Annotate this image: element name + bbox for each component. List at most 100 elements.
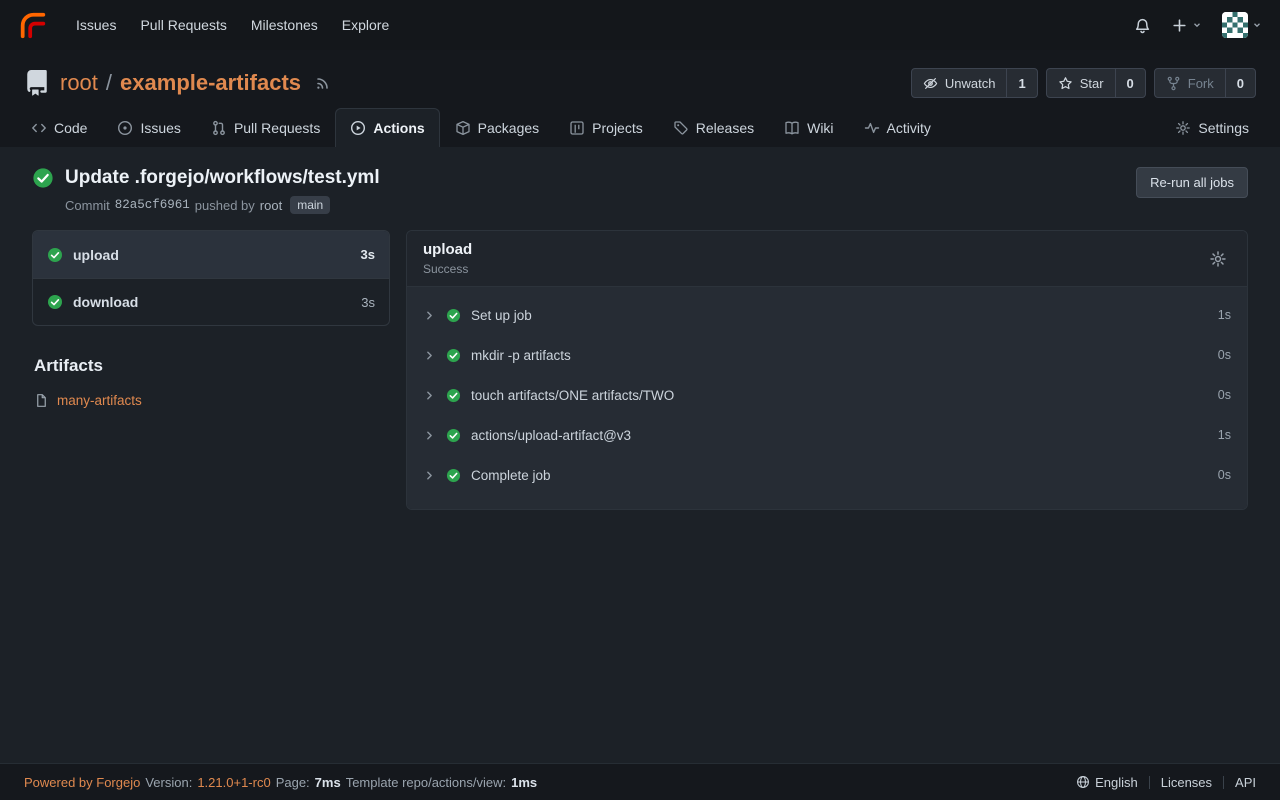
chevron-right-icon (423, 429, 436, 442)
step-row-complete[interactable]: Complete job 0s (407, 455, 1247, 495)
job-duration: 3s (361, 247, 375, 262)
tab-settings-label: Settings (1198, 120, 1249, 136)
chevron-right-icon (423, 389, 436, 402)
tab-activity-label: Activity (887, 120, 931, 136)
branch-badge[interactable]: main (290, 196, 330, 214)
job-duration: 3s (361, 295, 375, 310)
step-row-touch[interactable]: touch artifacts/ONE artifacts/TWO 0s (407, 375, 1247, 415)
globe-icon (1076, 775, 1090, 789)
pulse-icon (864, 120, 880, 136)
step-success-check-icon (446, 308, 461, 323)
version-link[interactable]: 1.21.0+1-rc0 (197, 775, 270, 790)
fork-button-group: Fork 0 (1154, 68, 1256, 98)
rss-feed-button[interactable] (315, 75, 331, 91)
fork-button[interactable]: Fork (1155, 69, 1225, 97)
rss-icon (315, 75, 331, 91)
step-success-check-icon (446, 428, 461, 443)
api-link[interactable]: API (1235, 775, 1256, 790)
steps-list: Set up job 1s mkdir -p artifacts 0s touc… (407, 287, 1247, 509)
job-list: upload 3s download 3s (32, 230, 390, 326)
step-success-check-icon (446, 348, 461, 363)
pushed-by-label: pushed by (195, 198, 255, 213)
job-row-upload[interactable]: upload 3s (33, 231, 389, 278)
job-options-button[interactable] (1205, 246, 1231, 272)
language-label: English (1095, 775, 1138, 790)
run-commit-meta: Commit 82a5cf6961 pushed by root main (65, 196, 380, 214)
breadcrumb: root / example-artifacts (24, 70, 331, 96)
tab-issues[interactable]: Issues (102, 108, 195, 147)
nav-issues[interactable]: Issues (64, 9, 128, 41)
tab-projects[interactable]: Projects (554, 108, 658, 147)
powered-by-forgejo-link[interactable]: Powered by Forgejo (24, 775, 140, 790)
run-title: Update .forgejo/workflows/test.yml (65, 167, 380, 189)
repo-name-link[interactable]: example-artifacts (120, 70, 301, 96)
tab-settings[interactable]: Settings (1160, 108, 1264, 147)
tab-wiki[interactable]: Wiki (769, 108, 848, 147)
settings-gear-icon (1175, 120, 1191, 136)
unwatch-button[interactable]: Unwatch (912, 69, 1007, 97)
star-button[interactable]: Star (1047, 69, 1115, 97)
tab-releases-label: Releases (696, 120, 754, 136)
artifacts-heading: Artifacts (34, 356, 388, 376)
repo-header-section: root / example-artifacts U (0, 50, 1280, 147)
forks-count[interactable]: 0 (1225, 69, 1255, 97)
commit-sha-link[interactable]: 82a5cf6961 (115, 198, 190, 212)
actions-play-icon (350, 120, 366, 136)
job-success-check-icon (47, 294, 63, 310)
licenses-link[interactable]: Licenses (1161, 775, 1212, 790)
watchers-count[interactable]: 1 (1006, 69, 1036, 97)
top-navbar: Issues Pull Requests Milestones Explore (0, 0, 1280, 50)
fork-icon (1166, 76, 1181, 91)
forgejo-logo[interactable] (18, 10, 48, 40)
repo-owner-link[interactable]: root (60, 70, 98, 96)
package-icon (455, 120, 471, 136)
language-selector[interactable]: English (1076, 775, 1138, 790)
tab-code[interactable]: Code (16, 108, 102, 147)
job-row-download[interactable]: download 3s (33, 278, 389, 325)
footer-divider (1223, 776, 1224, 789)
chevron-right-icon (423, 349, 436, 362)
page-footer: Powered by Forgejo Version: 1.21.0+1-rc0… (0, 763, 1280, 800)
star-label: Star (1080, 76, 1104, 91)
tab-activity[interactable]: Activity (849, 108, 946, 147)
page-time-value: 7ms (315, 775, 341, 790)
tab-pull-requests[interactable]: Pull Requests (196, 108, 335, 147)
detail-job-name: upload (423, 241, 472, 258)
job-success-check-icon (47, 247, 63, 263)
step-row-mkdir[interactable]: mkdir -p artifacts 0s (407, 335, 1247, 375)
notifications-button[interactable] (1134, 17, 1151, 34)
project-board-icon (569, 120, 585, 136)
repo-tabbar: Code Issues Pull Requests Actions (0, 108, 1280, 147)
step-row-setup[interactable]: Set up job 1s (407, 295, 1247, 335)
chevron-right-icon (423, 309, 436, 322)
step-name: mkdir -p artifacts (471, 348, 1208, 363)
page-time-label: Page: (276, 775, 310, 790)
stars-count[interactable]: 0 (1115, 69, 1145, 97)
tab-releases[interactable]: Releases (658, 108, 769, 147)
nav-pull-requests[interactable]: Pull Requests (128, 9, 238, 41)
detail-job-status: Success (423, 262, 472, 276)
create-new-menu[interactable] (1171, 17, 1202, 34)
user-menu[interactable] (1222, 12, 1262, 38)
run-success-check-icon (32, 167, 54, 189)
rerun-all-jobs-button[interactable]: Re-run all jobs (1136, 167, 1248, 198)
step-success-check-icon (446, 468, 461, 483)
step-duration: 1s (1218, 308, 1231, 322)
star-icon (1058, 76, 1073, 91)
repo-action-buttons: Unwatch 1 Star 0 (911, 68, 1256, 98)
nav-milestones[interactable]: Milestones (239, 9, 330, 41)
avatar (1222, 12, 1248, 38)
pusher-link[interactable]: root (260, 198, 282, 213)
step-duration: 0s (1218, 468, 1231, 482)
step-row-upload-artifact[interactable]: actions/upload-artifact@v3 1s (407, 415, 1247, 455)
unwatch-label: Unwatch (945, 76, 996, 91)
tab-actions[interactable]: Actions (335, 108, 439, 147)
version-label: Version: (145, 775, 192, 790)
artifact-download-link[interactable]: many-artifacts (57, 393, 142, 408)
repo-icon (24, 70, 50, 96)
nav-explore[interactable]: Explore (330, 9, 401, 41)
tab-packages[interactable]: Packages (440, 108, 554, 147)
forgejo-logo-icon (18, 10, 48, 40)
bell-icon (1134, 17, 1151, 34)
tab-issues-label: Issues (140, 120, 180, 136)
